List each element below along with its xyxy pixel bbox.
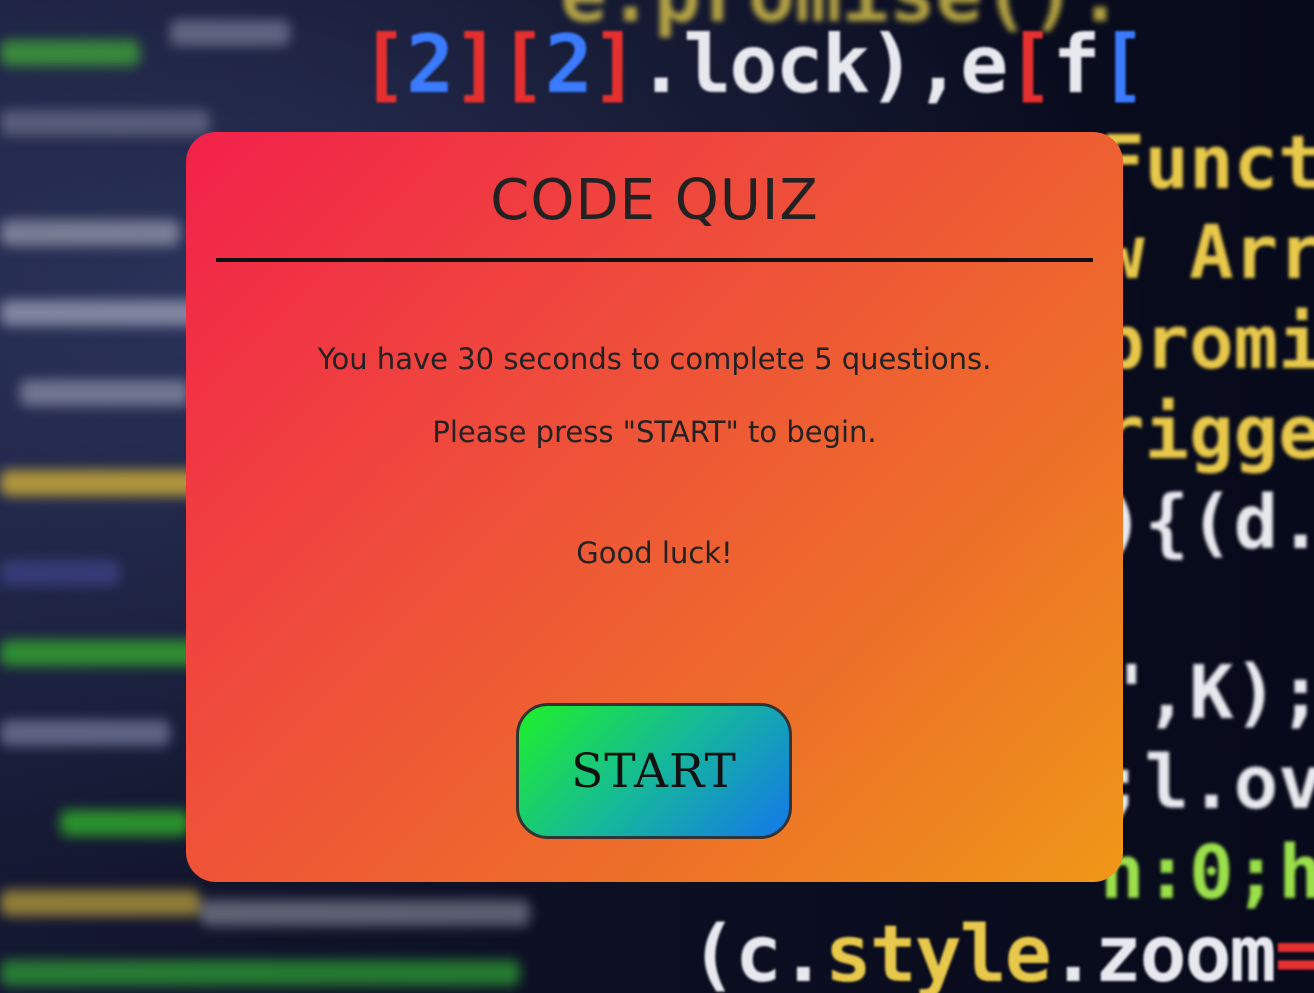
bg-code-right: w Arr <box>1100 210 1314 296</box>
bg-code-right: rigge <box>1100 390 1314 476</box>
bg-code-right: h:0;he <box>1100 830 1314 916</box>
bg-line <box>60 810 190 836</box>
start-button[interactable]: START <box>516 703 792 839</box>
quiz-title: CODE QUIZ <box>490 168 819 233</box>
bg-code-bottom: (c.style.zoom=1)) <box>690 910 1314 993</box>
bg-line <box>0 110 210 136</box>
bg-code-right: ",K); <box>1100 650 1314 736</box>
bg-line <box>0 40 140 66</box>
bg-code-token: f <box>1052 18 1101 111</box>
bg-code-right: Functi <box>1100 120 1314 206</box>
bg-line <box>0 720 170 746</box>
bg-code-token: [ <box>360 18 408 111</box>
bg-code-token: style <box>824 910 1052 993</box>
quiz-card: CODE QUIZ You have 30 seconds to complet… <box>186 132 1123 882</box>
instruction-time-limit: You have 30 seconds to complete 5 questi… <box>317 342 992 376</box>
bg-code-token: 2 <box>544 18 593 111</box>
bg-code-right: ){(d.a <box>1100 480 1314 566</box>
bg-line <box>20 380 190 406</box>
bg-code-token: ] <box>590 18 639 111</box>
bg-line <box>200 900 530 926</box>
instruction-press-start: Please press "START" to begin. <box>432 415 877 449</box>
bg-code-token: [ <box>1006 18 1054 111</box>
bg-line <box>0 220 180 246</box>
bg-line <box>0 470 200 496</box>
bg-code-token: [ <box>498 18 547 111</box>
bg-code-top: [2][2].lock),e[f[ <box>360 18 1147 111</box>
bg-code-token: [ <box>1098 18 1147 111</box>
bg-line <box>170 20 290 46</box>
bg-code-right: ;l.ov <box>1100 740 1314 826</box>
bg-code-token: ] <box>452 18 500 111</box>
bg-line <box>0 640 200 666</box>
good-luck-text: Good luck! <box>576 536 733 570</box>
bg-code-token: 2 <box>406 18 454 111</box>
bg-code-token: (c. <box>690 910 827 993</box>
bg-code-token: .lock),e <box>637 18 1008 111</box>
bg-line <box>0 300 200 326</box>
bg-code-right: promi <box>1100 300 1314 386</box>
bg-code-token: .zoom <box>1049 910 1277 993</box>
bg-line <box>0 960 520 986</box>
title-divider <box>216 258 1093 262</box>
bg-code-token: = <box>1274 910 1314 993</box>
bg-line <box>0 560 120 586</box>
bg-line <box>0 890 200 916</box>
